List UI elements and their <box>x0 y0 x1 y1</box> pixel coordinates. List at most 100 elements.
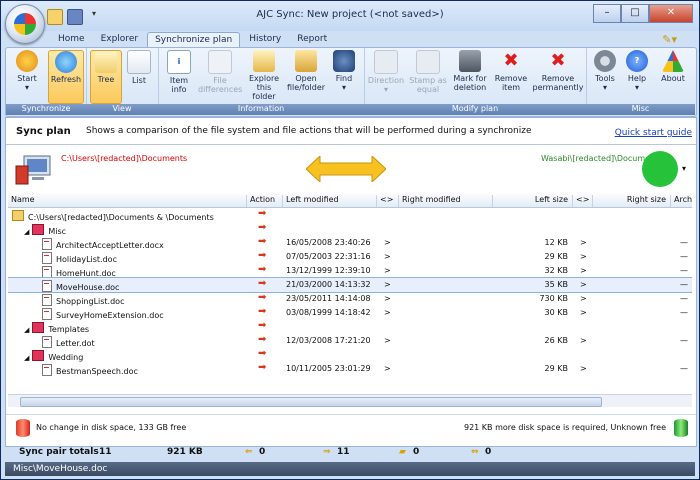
file-differences-button[interactable]: File differences <box>198 50 242 94</box>
start-button[interactable]: Start ▾ <box>10 50 44 92</box>
document-icon <box>42 364 52 376</box>
row-size-compare: > <box>580 252 587 261</box>
table-row[interactable]: HomeHunt.doc ➡ 13/12/1999 12:39:10 >32 KB > — <box>8 264 692 278</box>
col-left-modified[interactable]: Left modified <box>282 195 376 207</box>
table-row[interactable]: BestmanSpeech.doc ➡ 10/11/2005 23:01:29 >29… <box>8 362 692 376</box>
quick-start-link[interactable]: Quick start guide <box>615 128 692 138</box>
wasabi-logo-icon[interactable] <box>642 151 678 187</box>
horizontal-scrollbar[interactable] <box>8 394 692 407</box>
row-archive: — <box>680 294 688 303</box>
col-archive[interactable]: Arch <box>670 195 692 207</box>
collapse-icon[interactable]: ◢ <box>24 354 29 362</box>
maximize-button[interactable]: □ <box>621 4 649 23</box>
table-row[interactable]: Letter.dot ➡ 12/03/2008 17:21:20 >26 KB > — <box>8 334 692 348</box>
col-date-compare[interactable]: <> <box>376 195 398 207</box>
target-dropdown-icon[interactable]: ▾ <box>682 164 686 173</box>
direction-button[interactable]: Direction ▾ <box>366 50 406 94</box>
row-left-size: 29 KB <box>544 364 568 373</box>
open-file-icon <box>295 50 317 72</box>
row-date-compare: > <box>384 308 391 317</box>
ribbon: Start ▾ Refresh Synchronize Tree List Vie… <box>5 47 697 117</box>
collapse-icon[interactable]: ◢ <box>24 326 29 334</box>
sync-plan-panel: Sync plan Shows a comparison of the file… <box>5 117 697 447</box>
sync-direction-arrow-icon <box>306 156 386 182</box>
mark-deletion-button[interactable]: Mark for deletion <box>450 50 490 92</box>
gear-icon <box>594 50 616 72</box>
list-view-button[interactable]: List <box>124 50 154 85</box>
row-name-text: MoveHouse.doc <box>56 283 120 292</box>
copy-right-arrow-icon[interactable]: ➡ <box>258 208 266 219</box>
copy-right-arrow-icon[interactable]: ➡ <box>258 292 266 303</box>
copy-right-arrow-icon[interactable]: ➡ <box>258 278 266 289</box>
table-row[interactable]: ArchitectAcceptLetter.docx ➡ 16/05/2008 23… <box>8 236 692 250</box>
conflict-arrows-icon: ⇔ <box>471 447 479 457</box>
row-name: MoveHouse.doc <box>42 280 119 292</box>
left-disk-info: No change in disk space, 133 GB free <box>36 423 187 432</box>
find-button[interactable]: Find ▾ <box>328 50 360 92</box>
table-row[interactable]: ◢ Wedding ➡ <box>8 348 692 362</box>
col-left-size[interactable]: Left size <box>492 195 572 207</box>
table-row[interactable]: ◢ Misc ➡ <box>8 222 692 236</box>
row-name: HolidayList.doc <box>42 252 117 264</box>
row-name-text: Misc <box>48 227 67 236</box>
tools-button[interactable]: Tools ▾ <box>590 50 620 92</box>
col-action[interactable]: Action <box>246 195 282 207</box>
row-name-text: ShoppingList.doc <box>56 297 125 306</box>
sync-plan-description: Shows a comparison of the file system an… <box>86 126 532 136</box>
table-row[interactable]: MoveHouse.doc ➡ 21/03/2000 14:13:32 >35 KB >… <box>8 277 692 293</box>
copy-right-arrow-icon[interactable]: ➡ <box>258 348 266 359</box>
refresh-button[interactable]: Refresh <box>48 50 84 104</box>
table-header: Name Action Left modified <> Right modif… <box>8 194 692 208</box>
table-row[interactable]: HolidayList.doc ➡ 07/05/2003 22:31:16 >29 K… <box>8 250 692 264</box>
group-modify-plan: Direction ▾ Stamp as equal Mark for delet… <box>364 48 587 115</box>
ribbon-options-icon[interactable]: ✎▾ <box>662 33 677 46</box>
remove-item-button[interactable]: ✖ Remove item <box>492 50 530 92</box>
row-size-compare: > <box>580 336 587 345</box>
col-right-modified[interactable]: Right modified <box>398 195 492 207</box>
binoculars-icon <box>333 50 355 72</box>
copy-right-arrow-icon[interactable]: ➡ <box>258 236 266 247</box>
row-date-compare: > <box>384 280 391 289</box>
close-button[interactable]: ✕ <box>649 4 693 23</box>
row-size-compare: > <box>580 238 587 247</box>
explore-folder-button[interactable]: Explore this folder <box>244 50 284 101</box>
trash-icon <box>459 50 481 72</box>
document-icon <box>42 252 52 264</box>
row-size-compare: > <box>580 308 587 317</box>
table-row[interactable]: ShoppingList.doc ➡ 23/05/2011 14:14:08 >730… <box>8 292 692 306</box>
table-row[interactable]: SurveyHomeExtension.doc ➡ 03/08/1999 14:18… <box>8 306 692 320</box>
app-menu-button[interactable] <box>5 4 45 44</box>
file-differences-icon <box>208 50 232 74</box>
document-icon <box>42 280 52 292</box>
stamp-equal-button[interactable]: Stamp as equal <box>408 50 448 94</box>
copy-right-arrow-icon[interactable]: ➡ <box>258 334 266 345</box>
col-size-compare[interactable]: <> <box>572 195 592 207</box>
tree-view-button[interactable]: Tree <box>90 50 122 104</box>
collapse-icon[interactable]: ◢ <box>24 228 29 236</box>
row-name: ShoppingList.doc <box>42 294 124 306</box>
copy-right-arrow-icon[interactable]: ➡ <box>258 264 266 275</box>
copy-right-arrow-icon[interactable]: ➡ <box>258 362 266 373</box>
open-file-folder-button[interactable]: Open file/folder <box>286 50 326 92</box>
copy-right-arrow-icon[interactable]: ➡ <box>258 250 266 261</box>
minimize-button[interactable]: – <box>593 4 621 23</box>
totals-conflict-count: 0 <box>485 447 492 457</box>
help-button[interactable]: ? Help ▾ <box>622 50 652 92</box>
remove-permanently-button[interactable]: ✖ Remove permanently <box>532 50 584 92</box>
table-row[interactable]: ◢ Templates ➡ <box>8 320 692 334</box>
about-button[interactable]: About <box>656 50 690 83</box>
copy-right-arrow-icon[interactable]: ➡ <box>258 320 266 331</box>
col-name[interactable]: Name <box>8 195 246 207</box>
tree-icon <box>95 51 117 73</box>
row-archive: — <box>680 308 688 317</box>
copy-right-arrow-icon[interactable]: ➡ <box>258 306 266 317</box>
col-right-size[interactable]: Right size <box>592 195 670 207</box>
info-icon: i <box>167 50 191 74</box>
table-row[interactable]: C:\Users\[redacted]\Documents & \Documen… <box>8 208 692 222</box>
scrollbar-thumb[interactable] <box>20 397 602 407</box>
item-info-button[interactable]: i Item info <box>162 50 196 94</box>
row-date-compare: > <box>384 364 391 373</box>
status-bar: Misc\MoveHouse.doc <box>5 462 695 476</box>
left-folder-path[interactable]: C:\Users\[redacted]\Documents <box>61 154 187 163</box>
copy-right-arrow-icon[interactable]: ➡ <box>258 222 266 233</box>
